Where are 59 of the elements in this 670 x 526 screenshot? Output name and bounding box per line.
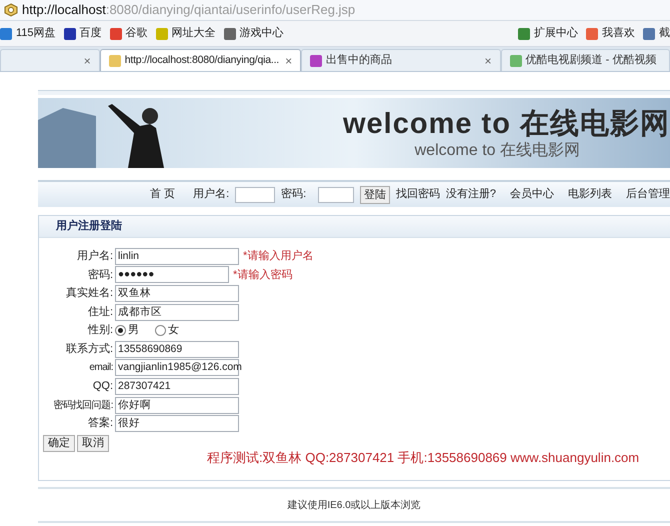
field-label: 真实姓名:: [64, 286, 114, 302]
tab-title: http://localhost:8080/dianying/qia...: [124, 52, 280, 68]
bookmark-link[interactable]: 网址大全: [156, 25, 216, 42]
field-label: 住址:: [86, 304, 114, 320]
confirm-button[interactable]: 确定: [43, 434, 75, 452]
input-field[interactable]: 287307421: [115, 378, 239, 395]
field-label: 性别:: [86, 323, 114, 338]
nav-link[interactable]: 首 页: [150, 186, 176, 203]
footer-text: 建议使用IE6.0或以上版本浏览: [287, 498, 421, 512]
login-button[interactable]: 登陆: [360, 186, 390, 204]
bookmark-link[interactable]: 百度: [64, 25, 102, 42]
bookmark-link[interactable]: 扩展中心: [518, 25, 578, 42]
nav-link[interactable]: 找回密码: [396, 186, 440, 203]
panel-title: 用户注册登陆: [56, 218, 122, 234]
required-hint: *请输入用户名: [243, 248, 314, 264]
bookmark-link[interactable]: 游戏中心: [224, 25, 284, 42]
browser-tab[interactable]: 出售中的商品 ×: [301, 49, 501, 71]
password-field[interactable]: ●●●●●●: [115, 266, 229, 284]
nav-link[interactable]: 没有注册?: [446, 186, 496, 203]
bookmark-link[interactable]: 115网盘: [0, 25, 56, 42]
bookmark-link[interactable]: 谷歌: [110, 25, 148, 42]
cancel-button[interactable]: 取消: [77, 434, 109, 452]
address-bar[interactable]: http://localhost:8080/dianying/qiantai/userinfo/userReg.jsp: [0, 0, 670, 20]
browser-tab[interactable]: ×: [0, 49, 100, 71]
field-label: 答案:: [86, 416, 114, 432]
radio-label: 女: [168, 323, 179, 338]
field-label: email:: [88, 361, 114, 376]
field-label: 联系方式:: [64, 342, 114, 358]
bookmark-link[interactable]: 截: [643, 25, 670, 42]
input-field[interactable]: 双鱼林: [115, 284, 239, 302]
required-hint: *请输入密码: [233, 268, 292, 283]
tab-title: 出售中的商品: [326, 52, 394, 68]
nav-link[interactable]: 电影列表: [568, 186, 612, 203]
credit-text: 程序测试:双鱼林 QQ:287307421 手机:13558690869 www.shuangyulin.com: [207, 448, 640, 467]
field-label: 密码找回问题:: [52, 398, 114, 413]
input-field[interactable]: 很好: [115, 415, 239, 432]
browser-tab[interactable]: 优酷电视剧频道 - 优酷视频: [500, 49, 670, 71]
field-label: 用户名:: [76, 248, 114, 264]
banner-subtitle: welcome to 在线电影网: [414, 143, 580, 159]
banner-title: welcome to 在线电影网: [343, 110, 670, 139]
username-label: 用户名:: [193, 186, 230, 202]
close-icon[interactable]: ×: [84, 54, 91, 66]
close-icon[interactable]: ×: [484, 54, 492, 66]
browser-tab[interactable]: http://localhost:8080/dianying/qia... ×: [100, 49, 302, 71]
field-label: 密码:: [86, 268, 114, 283]
nav-link[interactable]: 会员中心: [510, 186, 554, 203]
close-icon[interactable]: ×: [285, 54, 292, 66]
bookmark-link[interactable]: 我喜欢: [586, 25, 635, 42]
url-text: http://localhost:8080/dianying/qiantai/userinfo/userReg.jsp: [22, 1, 356, 20]
field-label: QQ:: [92, 379, 114, 394]
nav-link[interactable]: 后台管理: [626, 186, 670, 203]
input-field[interactable]: vangjianlin1985@126.com: [115, 359, 239, 376]
input-field[interactable]: 13558690869: [115, 340, 239, 358]
radio-label: 男: [128, 323, 139, 338]
input-field[interactable]: 你好啊: [115, 396, 239, 414]
password-label: 密码:: [281, 186, 306, 202]
input-field[interactable]: linlin: [115, 248, 239, 265]
input-field[interactable]: 成都市区: [115, 304, 239, 321]
tab-title: 优酷电视剧频道 - 优酷视频: [526, 53, 658, 68]
